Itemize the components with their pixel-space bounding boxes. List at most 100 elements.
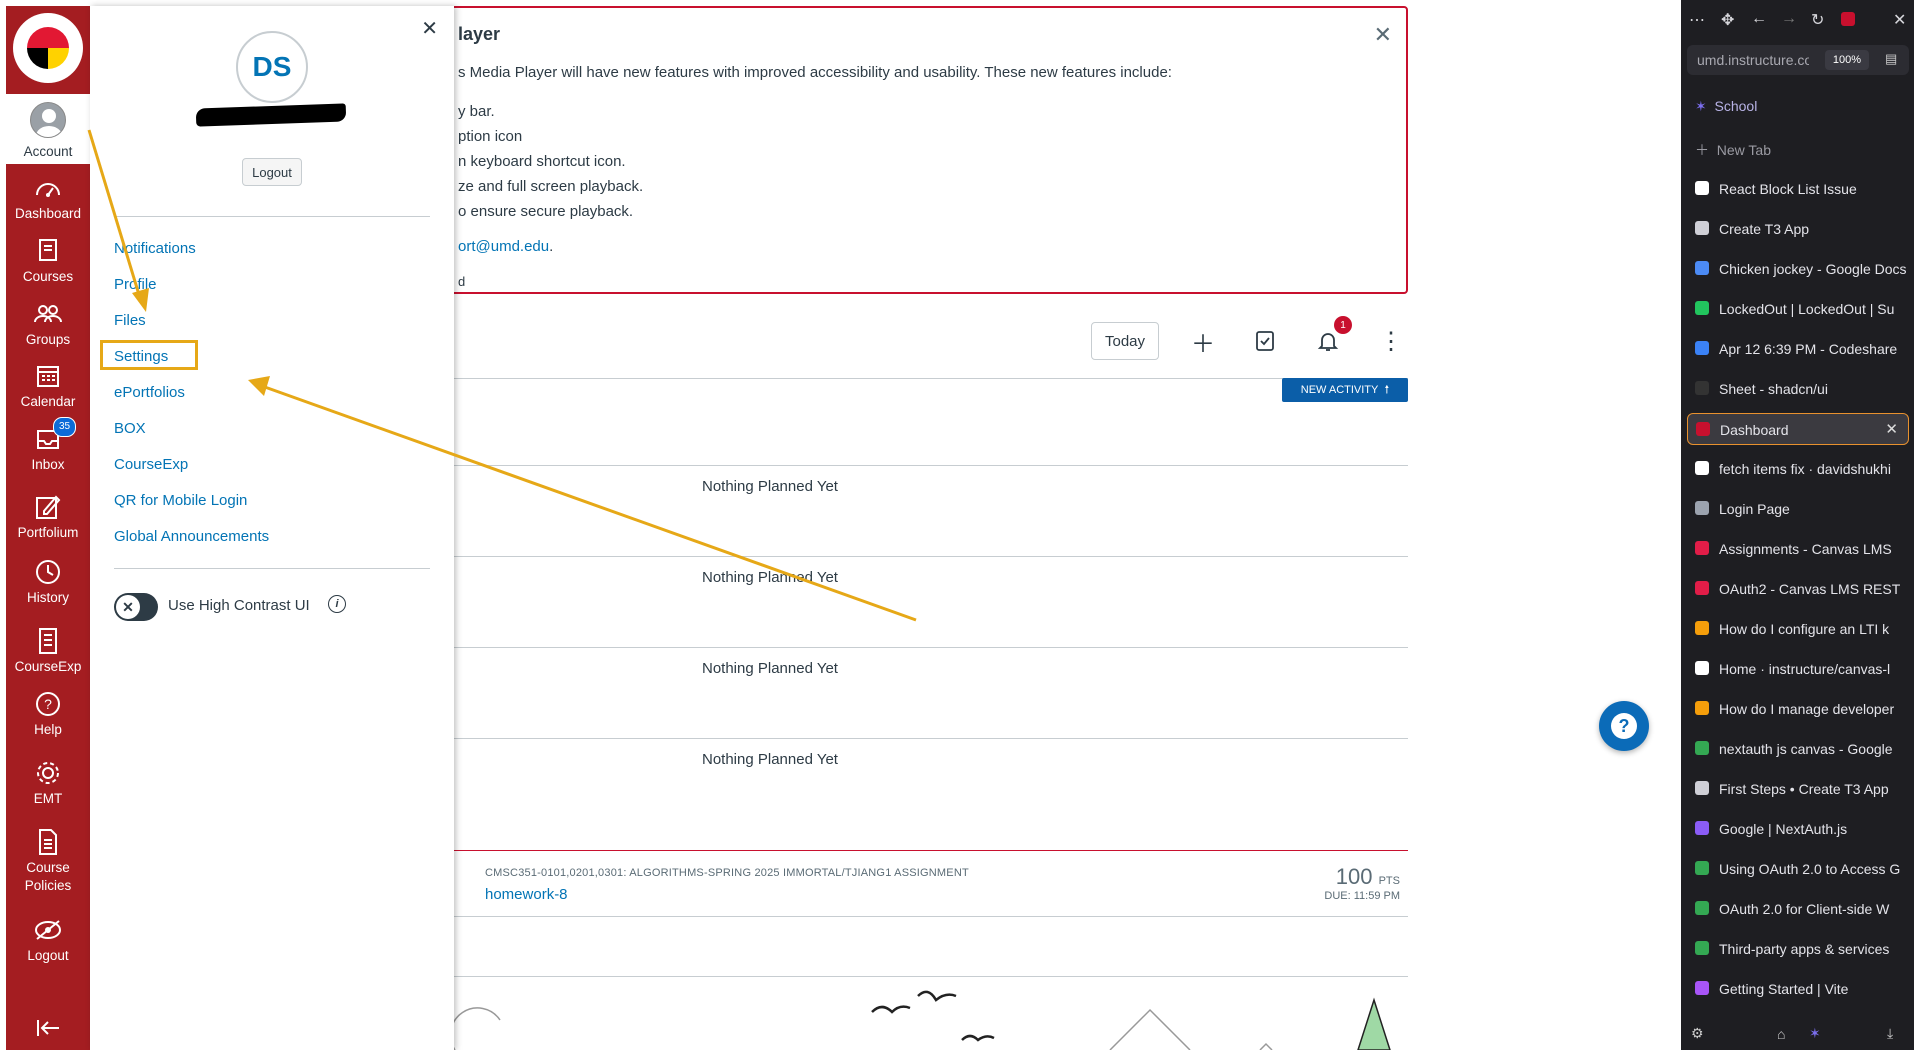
nav-logout[interactable]: Logout xyxy=(6,916,90,965)
tray-link-files[interactable]: Files xyxy=(114,312,146,329)
favicon-icon xyxy=(1695,581,1709,595)
browser-tab[interactable]: Create T3 App xyxy=(1687,213,1909,245)
nav-label: CourseExp xyxy=(14,659,82,674)
browser-tab[interactable]: OAuth2 - Canvas LMS REST xyxy=(1687,573,1909,605)
browser-tab[interactable]: LockedOut | LockedOut | Su xyxy=(1687,293,1909,325)
inbox-icon: 35 xyxy=(33,417,77,453)
settings-gear-icon[interactable]: ⚙ xyxy=(1691,1025,1704,1042)
favicon-icon xyxy=(1695,941,1709,955)
nav-courseexp[interactable]: CourseExp xyxy=(6,627,90,676)
browser-tab[interactable]: nextauth js canvas - Google xyxy=(1687,733,1909,765)
favicon-icon xyxy=(1695,541,1709,555)
tray-link-global-announcements[interactable]: Global Announcements xyxy=(114,528,269,545)
close-window-icon[interactable]: ✕ xyxy=(1893,10,1906,30)
nav-label: Calendar xyxy=(20,394,76,409)
space-header[interactable]: ✶ School xyxy=(1695,98,1757,115)
tray-link-qr-login[interactable]: QR for Mobile Login xyxy=(114,492,247,509)
tab-title: Google | NextAuth.js xyxy=(1719,821,1848,837)
browser-tab[interactable]: Login Page xyxy=(1687,493,1909,525)
tray-link-eportfolios[interactable]: ePortfolios xyxy=(114,384,185,401)
favicon-icon xyxy=(1695,781,1709,795)
browser-tab[interactable]: fetch items fix · davidshukhi xyxy=(1687,453,1909,485)
tray-link-box[interactable]: BOX xyxy=(114,420,146,437)
nav-help[interactable]: ? Help xyxy=(6,690,90,739)
browser-sidebar: ⋯ ✥ ← → ↻ ✕ umd.instructure.com 100% ▤ ✶… xyxy=(1681,0,1914,1050)
global-navigation: Account Dashboard Courses Groups Calenda… xyxy=(6,6,90,1050)
space-icon: ✶ xyxy=(1695,98,1707,114)
info-icon[interactable]: i xyxy=(328,595,346,613)
nav-label: Groups xyxy=(25,332,71,347)
browser-tab[interactable]: Assignments - Canvas LMS xyxy=(1687,533,1909,565)
tray-link-courseexp[interactable]: CourseExp xyxy=(114,456,188,473)
browser-tab[interactable]: How do I configure an LTI k xyxy=(1687,613,1909,645)
nav-portfolium[interactable]: Portfolium xyxy=(6,493,90,542)
browser-tab[interactable]: OAuth 2.0 for Client-side W xyxy=(1687,893,1909,925)
more-icon[interactable]: ⋯ xyxy=(1689,10,1705,30)
nav-emt[interactable]: EMT xyxy=(6,759,90,808)
account-tray: ✕ DS Logout Notifications Profile Files … xyxy=(90,6,454,1050)
forward-icon[interactable]: → xyxy=(1781,10,1797,28)
tray-link-profile[interactable]: Profile xyxy=(114,276,157,293)
logout-button[interactable]: Logout xyxy=(242,158,302,186)
tab-title: How do I manage developer xyxy=(1719,701,1895,717)
portfolium-icon xyxy=(33,493,63,521)
nav-course-policies[interactable]: Course Policies xyxy=(6,828,90,895)
university-logo[interactable] xyxy=(6,6,90,90)
site-info-icon[interactable]: ▤ xyxy=(1885,51,1897,67)
tray-link-settings[interactable]: Settings xyxy=(114,348,168,365)
browser-tab[interactable]: Google | NextAuth.js xyxy=(1687,813,1909,845)
nav-dashboard[interactable]: Dashboard xyxy=(6,174,90,223)
favicon-icon xyxy=(1695,701,1709,715)
close-icon[interactable]: ✕ xyxy=(421,16,438,41)
browser-tab[interactable]: Third-party apps & services xyxy=(1687,933,1909,965)
favicon-icon xyxy=(1695,381,1709,395)
reload-icon[interactable]: ↻ xyxy=(1811,10,1824,30)
browser-tab[interactable]: Sheet - shadcn/ui xyxy=(1687,373,1909,405)
high-contrast-label: Use High Contrast UI xyxy=(168,597,310,614)
tab-title: Create T3 App xyxy=(1719,221,1810,237)
nav-account-label: Account xyxy=(23,144,73,159)
favicon-icon xyxy=(1695,221,1709,235)
dashboard-icon xyxy=(33,174,63,202)
nav-label: Dashboard xyxy=(14,206,82,221)
nav-history[interactable]: History xyxy=(6,558,90,607)
help-button[interactable]: ? xyxy=(1599,701,1649,751)
download-icon[interactable]: ⤓ xyxy=(1887,1025,1893,1042)
favicon-icon xyxy=(1695,741,1709,755)
favicon-icon xyxy=(1695,461,1709,475)
extension-badge-icon[interactable] xyxy=(1841,12,1855,26)
url-bar[interactable]: umd.instructure.com 100% ▤ xyxy=(1687,45,1909,75)
browser-tab[interactable]: Dashboard ✕ xyxy=(1687,413,1909,445)
nav-account[interactable]: Account xyxy=(6,94,90,164)
browser-tab[interactable]: How do I manage developer xyxy=(1687,693,1909,725)
browser-tab[interactable]: React Block List Issue xyxy=(1687,173,1909,205)
browser-tab[interactable]: Apr 12 6:39 PM - Codeshare xyxy=(1687,333,1909,365)
tab-title: Using OAuth 2.0 to Access G xyxy=(1719,861,1901,877)
nav-courses[interactable]: Courses xyxy=(6,237,90,286)
browser-tab[interactable]: Home · instructure/canvas-l xyxy=(1687,653,1909,685)
high-contrast-toggle[interactable]: ✕ xyxy=(114,593,158,621)
new-tab-button[interactable]: ＋ New Tab xyxy=(1695,140,1771,160)
close-tab-icon[interactable]: ✕ xyxy=(1885,420,1898,438)
nav-calendar[interactable]: Calendar xyxy=(6,362,90,411)
browser-tab[interactable]: Using OAuth 2.0 to Access G xyxy=(1687,853,1909,885)
nav-inbox[interactable]: 35 Inbox xyxy=(6,417,90,474)
nav-label: EMT xyxy=(33,791,63,806)
tab-title: OAuth 2.0 for Client-side W xyxy=(1719,901,1890,917)
groups-icon xyxy=(33,300,63,328)
browser-tab[interactable]: First Steps • Create T3 App xyxy=(1687,773,1909,805)
toggle-x-icon: ✕ xyxy=(116,595,140,619)
browser-tab[interactable]: Chicken jockey - Google Docs xyxy=(1687,253,1909,285)
home-icon[interactable]: ⌂ xyxy=(1777,1026,1785,1042)
tab-title: Sheet - shadcn/ui xyxy=(1719,381,1828,397)
zoom-level[interactable]: 100% xyxy=(1825,50,1869,70)
back-icon[interactable]: ← xyxy=(1751,10,1767,28)
favicon-icon xyxy=(1695,261,1709,275)
tray-link-notifications[interactable]: Notifications xyxy=(114,240,196,257)
collapse-nav-button[interactable] xyxy=(6,1014,90,1045)
browser-tab[interactable]: Getting Started | Vite xyxy=(1687,973,1909,1005)
nav-groups[interactable]: Groups xyxy=(6,300,90,349)
space-switch-icon[interactable]: ✶ xyxy=(1809,1025,1821,1042)
extensions-icon[interactable]: ✥ xyxy=(1721,10,1734,30)
nav-label: Logout xyxy=(27,948,69,963)
